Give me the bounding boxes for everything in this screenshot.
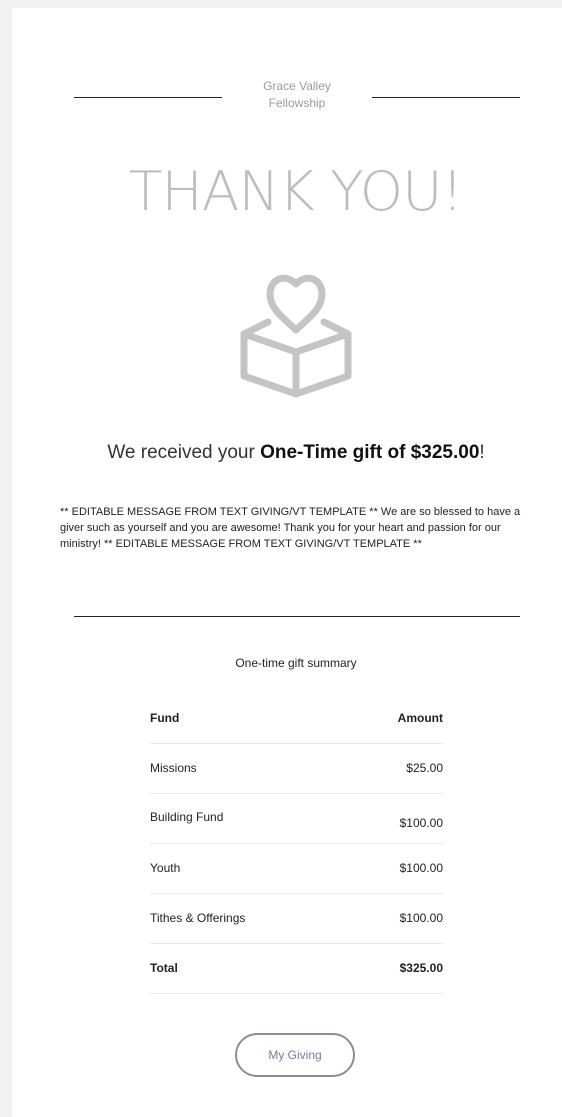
fund-name: Youth bbox=[150, 861, 181, 875]
table-header-row: Fund Amount bbox=[150, 694, 443, 744]
gift-summary-table: Fund Amount Missions $25.00 Building Fun… bbox=[150, 694, 443, 994]
header-divider-right bbox=[372, 97, 520, 98]
table-total-row: Total $325.00 bbox=[150, 944, 443, 994]
amount-column-header: Amount bbox=[397, 711, 443, 725]
total-label: Total bbox=[150, 961, 178, 975]
thank-you-text: THANK YOU! bbox=[129, 160, 464, 223]
email-frame: Grace Valley Fellowship THANK YOU! We re… bbox=[0, 0, 562, 1117]
heart-box-icon bbox=[240, 274, 352, 398]
table-row: Building Fund $100.00 bbox=[150, 794, 443, 844]
fund-name: Building Fund bbox=[150, 810, 224, 824]
organization-name: Grace Valley Fellowship bbox=[222, 78, 372, 112]
thank-you-title: THANK YOU! bbox=[0, 160, 562, 223]
fund-column-header: Fund bbox=[150, 711, 180, 725]
table-row: Youth $100.00 bbox=[150, 844, 443, 894]
fund-amount: $100.00 bbox=[399, 861, 443, 875]
thank-you-message: ** EDITABLE MESSAGE FROM TEXT GIVING/VT … bbox=[60, 506, 521, 550]
fund-amount: $100.00 bbox=[399, 911, 443, 925]
table-row: Tithes & Offerings $100.00 bbox=[150, 894, 443, 944]
header-divider-left bbox=[74, 97, 222, 98]
section-divider bbox=[74, 616, 520, 617]
received-suffix: ! bbox=[479, 442, 485, 463]
total-amount: $325.00 bbox=[399, 961, 443, 975]
my-giving-button[interactable]: My Giving bbox=[235, 1033, 355, 1077]
received-prefix: We received your bbox=[107, 442, 261, 463]
fund-amount: $100.00 bbox=[399, 816, 443, 830]
gift-amount-emphasis: One-Time gift of $325.00 bbox=[260, 442, 480, 463]
gift-received-text: We received your One-Time gift of $325.0… bbox=[0, 442, 562, 464]
table-row: Missions $25.00 bbox=[150, 744, 443, 794]
org-name-line2: Fellowship bbox=[268, 96, 326, 110]
fund-amount: $25.00 bbox=[406, 761, 443, 775]
fund-name: Tithes & Offerings bbox=[150, 911, 246, 925]
summary-title: One-time gift summary bbox=[235, 656, 357, 670]
org-name-line1: Grace Valley bbox=[263, 79, 331, 93]
fund-name: Missions bbox=[150, 761, 197, 775]
